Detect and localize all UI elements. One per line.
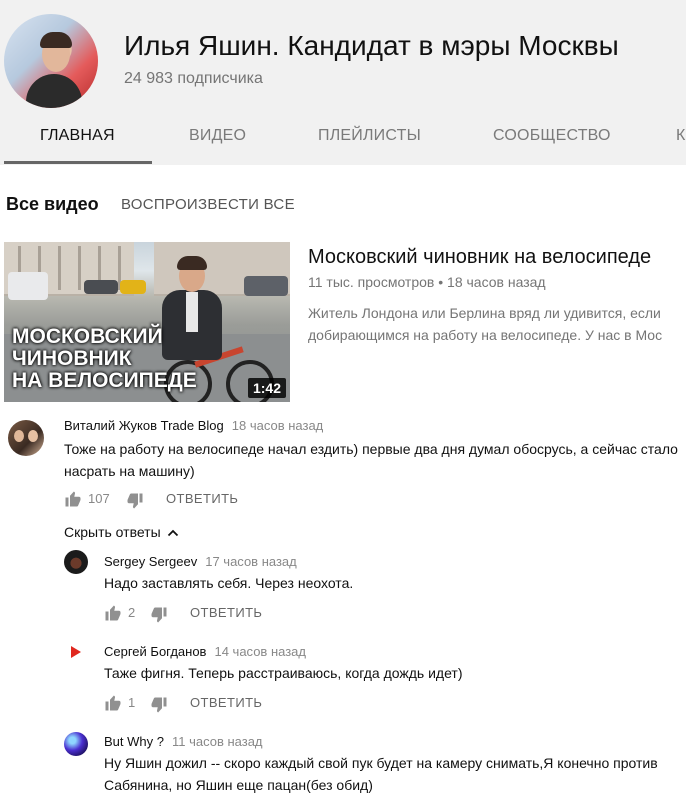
- play-all-button[interactable]: ВОСПРОИЗВЕСТИ ВСЕ: [121, 196, 295, 213]
- video-description-line: Житель Лондона или Берлина вряд ли удиви…: [308, 305, 661, 321]
- thumbs-down-icon[interactable]: [150, 606, 168, 624]
- tab-more-truncated[interactable]: К: [676, 127, 686, 145]
- channel-title: Илья Яшин. Кандидат в мэры Москвы: [124, 30, 619, 61]
- play-triangle-icon: [71, 646, 81, 658]
- video-duration-badge: 1:42: [247, 378, 286, 398]
- section-title: Все видео: [6, 194, 99, 214]
- avatar-shirt: [26, 74, 82, 108]
- chevron-up-icon: [167, 529, 178, 537]
- comment-author[interactable]: Виталий Жуков Trade Blog 18 часов назад: [64, 418, 323, 433]
- reply-author-name[interactable]: Сергей Богданов: [104, 644, 206, 659]
- reply-text: Надо заставлять себя. Через неохота.: [104, 572, 353, 594]
- commenter-avatar[interactable]: [8, 420, 44, 456]
- reply-time[interactable]: 11 часов назад: [172, 734, 263, 749]
- commenter-avatar[interactable]: [64, 550, 88, 574]
- thumbs-up-icon[interactable]: [104, 604, 122, 622]
- reply-text-line: Сабянина, но Яшин еще пацан(без обид): [104, 777, 373, 793]
- video-description: Житель Лондона или Берлина вряд ли удиви…: [308, 302, 686, 346]
- channel-avatar[interactable]: [4, 14, 98, 108]
- thumb-column: [58, 246, 61, 290]
- comment-thread: Виталий Жуков Trade Blog 18 часов назад Т…: [0, 412, 686, 512]
- thumbnail-caption-line: МОСКОВСКИЙ: [12, 325, 163, 348]
- active-tab-indicator: [4, 161, 152, 164]
- reply-item: Sergey Sergeev 17 часов назад Надо застав…: [0, 548, 686, 628]
- tab-videos[interactable]: ВИДЕО: [189, 127, 246, 145]
- avatar-hair: [40, 32, 72, 48]
- thumbs-down-icon[interactable]: [150, 696, 168, 714]
- thumbs-up-icon[interactable]: [104, 694, 122, 712]
- reply-time[interactable]: 14 часов назад: [214, 644, 306, 659]
- comment-actions: 107 ОТВЕТИТЬ: [64, 490, 364, 510]
- hide-replies-button[interactable]: Скрыть ответы: [64, 524, 179, 540]
- like-count: 1: [128, 695, 136, 710]
- avatar-face: [14, 430, 24, 442]
- reply-text-line: Ну Яшин дожил -- скоро каждый свой пук б…: [104, 755, 658, 771]
- reply-actions: 1 ОТВЕТИТЬ: [104, 694, 404, 714]
- hide-replies-label: Скрыть ответы: [64, 524, 161, 540]
- thumbnail-caption: МОСКОВСКИЙ ЧИНОВНИК НА ВЕЛОСИПЕДЕ: [12, 326, 197, 392]
- channel-tabs: ГЛАВНАЯ ВИДЕО ПЛЕЙЛИСТЫ СООБЩЕСТВО К: [0, 118, 686, 165]
- video-thumbnail[interactable]: МОСКОВСКИЙ ЧИНОВНИК НА ВЕЛОСИПЕДЕ 1:42: [4, 242, 290, 402]
- like-count: 2: [128, 605, 136, 620]
- reply-time[interactable]: 17 часов назад: [205, 554, 297, 569]
- reply-text: Таже фигня. Теперь расстраиваюсь, когда …: [104, 662, 462, 684]
- comment-text-line: Тоже на работу на велосипеде начал ездит…: [64, 441, 678, 457]
- comment-author-name[interactable]: Виталий Жуков Trade Blog: [64, 418, 224, 433]
- thumbnail-caption-line: НА ВЕЛОСИПЕДЕ: [12, 369, 197, 392]
- reply-author-name[interactable]: Sergey Sergeev: [104, 554, 197, 569]
- like-count: 107: [88, 491, 110, 506]
- thumbnail-caption-line: ЧИНОВНИК: [12, 347, 132, 370]
- reply-author[interactable]: But Why ? 11 часов назад: [104, 734, 263, 749]
- reply-text-line: Таже фигня. Теперь расстраиваюсь, когда …: [104, 665, 463, 681]
- thumb-car: [244, 276, 288, 296]
- reply-text: Ну Яшин дожил -- скоро каждый свой пук б…: [104, 752, 658, 796]
- thumb-man-hair: [177, 256, 207, 270]
- reply-author[interactable]: Sergey Sergeev 17 часов назад: [104, 554, 297, 569]
- reply-author[interactable]: Сергей Богданов 14 часов назад: [104, 644, 306, 659]
- thumb-car: [84, 280, 118, 294]
- reply-button[interactable]: ОТВЕТИТЬ: [190, 605, 262, 620]
- thumb-car: [120, 280, 146, 294]
- comment-text-line: насрать на машину): [64, 463, 195, 479]
- reply-item: Сергей Богданов 14 часов назад Таже фигня…: [0, 638, 686, 718]
- thumbs-up-icon[interactable]: [64, 490, 82, 508]
- tab-community[interactable]: СООБЩЕСТВО: [493, 127, 611, 145]
- commenter-avatar[interactable]: [64, 732, 88, 756]
- video-title[interactable]: Московский чиновник на велосипеде: [308, 246, 651, 269]
- reply-actions: 2 ОТВЕТИТЬ: [104, 604, 404, 624]
- reply-button[interactable]: ОТВЕТИТЬ: [190, 695, 262, 710]
- subscriber-count: 24 983 подписчика: [124, 70, 263, 87]
- tab-playlists[interactable]: ПЛЕЙЛИСТЫ: [318, 127, 421, 145]
- thumb-car: [8, 272, 48, 300]
- reply-item: But Why ? 11 часов назад Ну Яшин дожил --…: [0, 728, 686, 797]
- channel-header: Илья Яшин. Кандидат в мэры Москвы 24 983…: [0, 0, 686, 165]
- section-header: Все видео ВОСПРОИЗВЕСТИ ВСЕ: [0, 190, 686, 220]
- video-meta: 11 тыс. просмотров • 18 часов назад: [308, 274, 546, 290]
- commenter-avatar[interactable]: [64, 640, 88, 664]
- comment-time[interactable]: 18 часов назад: [232, 418, 324, 433]
- tab-home[interactable]: ГЛАВНАЯ: [40, 127, 115, 145]
- thumbs-down-icon[interactable]: [126, 492, 144, 510]
- comment-text: Тоже на работу на велосипеде начал ездит…: [64, 438, 678, 482]
- avatar-face: [28, 430, 38, 442]
- thumb-column: [78, 246, 81, 290]
- reply-author-name[interactable]: But Why ?: [104, 734, 164, 749]
- reply-text-line: Надо заставлять себя. Через неохота.: [104, 575, 354, 591]
- reply-button[interactable]: ОТВЕТИТЬ: [166, 491, 238, 506]
- video-description-line: добирающимся на работу на велосипеде. У …: [308, 327, 663, 343]
